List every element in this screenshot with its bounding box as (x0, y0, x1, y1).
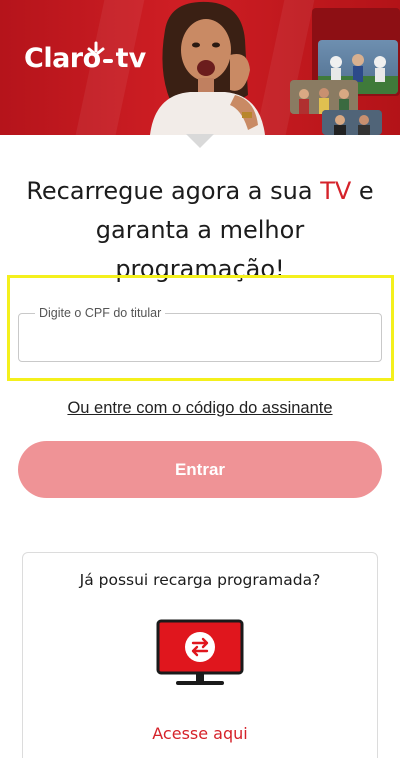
cpf-field[interactable]: Digite o CPF do titular (18, 306, 382, 362)
headline-text: e (351, 177, 374, 205)
enter-button[interactable]: Entrar (18, 441, 382, 498)
tv-screen-show (290, 80, 358, 114)
cpf-input[interactable] (29, 324, 369, 352)
hero-person-image (150, 1, 265, 135)
card-title: Já possui recarga programada? (79, 571, 321, 589)
scheduled-recharge-card: Já possui recarga programada? Acesse aqu… (22, 552, 378, 758)
news-image (322, 110, 382, 135)
show-image (290, 80, 358, 114)
logo-spark-icon (87, 41, 105, 55)
headline-line-2: garanta a melhor (95, 216, 305, 244)
subscriber-code-link[interactable]: Ou entre com o código do assinante (0, 399, 400, 418)
hero-banner: Claro tv (0, 0, 400, 135)
page-headline: Recarregue agora a sua TV e garanta a me… (0, 172, 400, 289)
cpf-field-label: Digite o CPF do titular (35, 306, 166, 321)
headline-line-1: Recarregue agora a sua TV e (0, 172, 400, 211)
headline-text: Recarregue agora a sua (26, 177, 321, 205)
tv-recharge-icon (156, 619, 244, 685)
hero-pointer (186, 134, 214, 148)
access-here-link[interactable]: Acesse aqui (23, 724, 377, 743)
headline-accent: TV (320, 177, 352, 205)
tv-screen-news (322, 110, 382, 135)
